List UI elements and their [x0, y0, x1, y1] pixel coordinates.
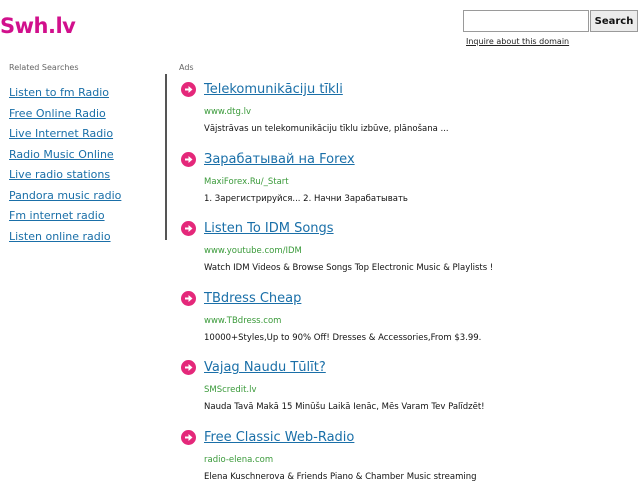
arrow-bullet-icon — [181, 430, 196, 445]
column-divider — [165, 74, 167, 240]
ads-list: Telekomunikāciju tīkli www.dtg.lv Vājstr… — [181, 80, 636, 497]
related-link[interactable]: Listen online radio — [9, 230, 111, 243]
ad-url[interactable]: www.youtube.com/IDM — [204, 246, 302, 256]
ad-description: Elena Kuschnerova & Friends Piano & Cham… — [204, 472, 477, 482]
inquire-domain-link[interactable]: Inquire about this domain — [466, 37, 639, 46]
ad-title-link[interactable]: Зарабатывай на Forex — [204, 152, 355, 167]
arrow-bullet-icon — [181, 221, 196, 236]
related-link[interactable]: Live radio stations — [9, 168, 110, 181]
ad-description: Watch IDM Videos & Browse Songs Top Elec… — [204, 263, 493, 273]
related-link[interactable]: Free Online Radio — [9, 107, 106, 120]
ad-item: Free Classic Web-Radio radio-elena.com E… — [181, 428, 636, 497]
related-link[interactable]: Fm internet radio — [9, 209, 105, 222]
ad-title-link[interactable]: Vajag Naudu Tūlīt? — [204, 360, 326, 375]
ad-item: TBdress Cheap www.TBdress.com 10000+Styl… — [181, 289, 636, 359]
ad-description: Nauda Tavā Makā 15 Minūšu Laikā Ienāc, M… — [204, 402, 485, 412]
ad-url[interactable]: MaxiForex.Ru/_Start — [204, 177, 289, 187]
related-item: Radio Music Online — [9, 143, 121, 164]
ads-label: Ads — [179, 63, 194, 72]
ad-item: Зарабатывай на Forex MaxiForex.Ru/_Start… — [181, 150, 636, 220]
related-link[interactable]: Radio Music Online — [9, 148, 114, 161]
ad-description: 1. Зарегистрируйся... 2. Начни Зарабатыв… — [204, 194, 408, 204]
related-item: Live Internet Radio — [9, 122, 121, 143]
ad-description: 10000+Styles,Up to 90% Off! Dresses & Ac… — [204, 333, 481, 343]
ad-title-link[interactable]: TBdress Cheap — [204, 291, 301, 306]
related-item: Listen online radio — [9, 225, 121, 246]
related-item: Live radio stations — [9, 163, 121, 184]
search-row: Search — [463, 10, 639, 32]
ad-item: Vajag Naudu Tūlīt? SMScredit.lv Nauda Ta… — [181, 358, 636, 428]
ad-item: Telekomunikāciju tīkli www.dtg.lv Vājstr… — [181, 80, 636, 150]
arrow-bullet-icon — [181, 291, 196, 306]
related-item: Fm internet radio — [9, 204, 121, 225]
ad-url[interactable]: www.dtg.lv — [204, 107, 251, 117]
related-link[interactable]: Pandora music radio — [9, 189, 121, 202]
ad-item: Listen To IDM Songs www.youtube.com/IDM … — [181, 219, 636, 289]
arrow-bullet-icon — [181, 360, 196, 375]
site-logo[interactable]: Swh.lv — [0, 14, 75, 38]
related-searches-list: Listen to fm Radio Free Online Radio Liv… — [9, 81, 121, 245]
search-button[interactable]: Search — [590, 10, 638, 32]
related-link[interactable]: Live Internet Radio — [9, 127, 113, 140]
search-input[interactable] — [463, 10, 589, 32]
ad-url[interactable]: radio-elena.com — [204, 455, 273, 465]
ad-description: Vājstrāvas un telekomunikāciju tīklu izb… — [204, 124, 449, 134]
arrow-bullet-icon — [181, 82, 196, 97]
ad-title-link[interactable]: Listen To IDM Songs — [204, 221, 334, 236]
related-searches-title: Related Searches — [9, 63, 79, 72]
related-item: Pandora music radio — [9, 184, 121, 205]
related-item: Listen to fm Radio — [9, 81, 121, 102]
arrow-bullet-icon — [181, 152, 196, 167]
related-item: Free Online Radio — [9, 102, 121, 123]
ad-url[interactable]: SMScredit.lv — [204, 385, 257, 395]
ad-title-link[interactable]: Telekomunikāciju tīkli — [204, 82, 343, 97]
ad-url[interactable]: www.TBdress.com — [204, 316, 281, 326]
search-box: Search Inquire about this domain — [463, 10, 639, 46]
related-link[interactable]: Listen to fm Radio — [9, 86, 109, 99]
ad-title-link[interactable]: Free Classic Web-Radio — [204, 430, 354, 445]
